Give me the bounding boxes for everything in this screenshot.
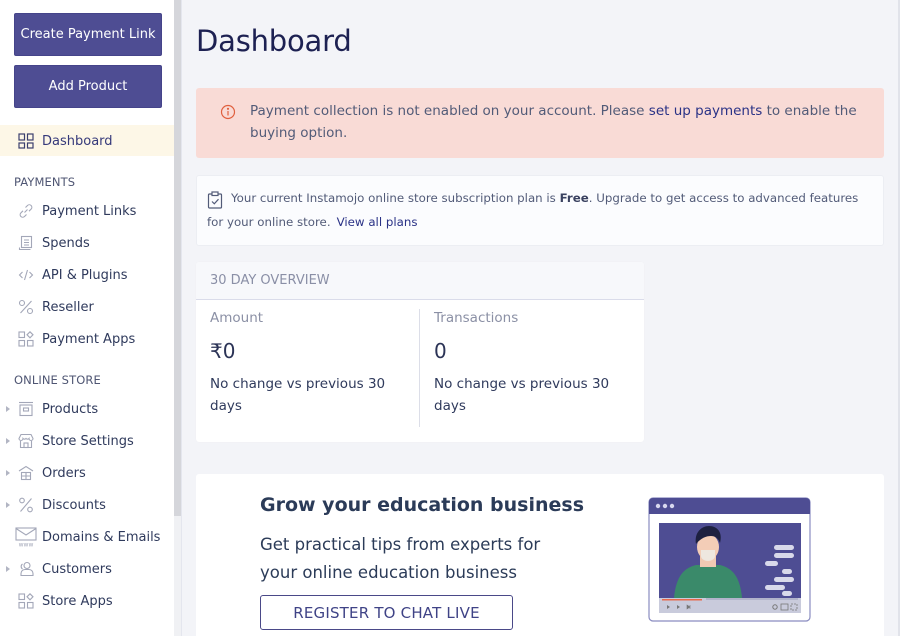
page-title: Dashboard xyxy=(196,24,352,58)
metric-value: 0 xyxy=(434,339,447,363)
percent-icon xyxy=(17,496,35,514)
dashboard-grid-icon xyxy=(17,132,35,150)
sidebar-item-spends[interactable]: Spends xyxy=(0,229,174,257)
register-chat-live-button[interactable]: REGISTER TO CHAT LIVE xyxy=(260,595,513,630)
plan-text-before: Your current Instamojo online store subs… xyxy=(231,191,560,205)
expand-caret-icon[interactable] xyxy=(6,502,10,508)
sidebar-item-dashboard[interactable]: Dashboard xyxy=(0,127,174,155)
metric-label: Transactions xyxy=(434,310,519,326)
sidebar-item-label: Customers xyxy=(42,561,112,577)
create-payment-link-button[interactable]: Create Payment Link xyxy=(14,13,162,56)
add-product-button[interactable]: Add Product xyxy=(14,65,162,108)
sidebar-item-customers[interactable]: Customers xyxy=(0,555,174,583)
sidebar-item-payment-links[interactable]: Payment Links xyxy=(0,197,174,225)
metric-transactions: Transactions 0 No change vs previous 30 … xyxy=(434,310,634,417)
storefront-icon xyxy=(17,432,35,450)
expand-caret-icon[interactable] xyxy=(6,438,10,444)
code-icon xyxy=(17,266,35,284)
sidebar-item-label: Store Settings xyxy=(42,433,134,449)
sidebar-item-label: Store Apps xyxy=(42,593,113,609)
sidebar-item-domains-emails[interactable]: www Domains & Emails xyxy=(0,523,174,551)
sidebar-item-orders[interactable]: Orders xyxy=(0,459,174,487)
box-icon xyxy=(17,400,35,418)
sidebar-item-reseller[interactable]: Reseller xyxy=(0,293,174,321)
sidebar-item-api-plugins[interactable]: API & Plugins xyxy=(0,261,174,289)
sidebar-item-label: Dashboard xyxy=(42,133,113,149)
sidebar-item-label: Reseller xyxy=(42,299,94,315)
expand-caret-icon[interactable] xyxy=(6,406,10,412)
promo-title: Grow your education business xyxy=(260,494,585,516)
percent-icon xyxy=(17,298,35,316)
section-title-payments: PAYMENTS xyxy=(14,175,76,189)
metric-change: No change vs previous 30 days xyxy=(210,376,386,414)
overview-title: 30 DAY OVERVIEW xyxy=(196,262,644,300)
sidebar-item-label: Spends xyxy=(42,235,90,251)
sidebar-item-products[interactable]: Products xyxy=(0,395,174,423)
metric-number: 0 xyxy=(222,339,236,363)
sidebar-item-label: Payment Links xyxy=(42,203,137,219)
subscription-plan-notice: Your current Instamojo online store subs… xyxy=(196,175,884,246)
apps-icon xyxy=(17,592,35,610)
alert-text: Payment collection is not enabled on you… xyxy=(250,100,870,144)
sidebar-scrollbar-thumb[interactable] xyxy=(174,0,181,516)
alert-text-before: Payment collection is not enabled on you… xyxy=(250,103,649,119)
expand-caret-icon[interactable] xyxy=(6,566,10,572)
receipt-icon xyxy=(17,234,35,252)
svg-text:www: www xyxy=(19,542,34,548)
envelope-www-icon: www xyxy=(14,527,38,548)
users-icon xyxy=(17,560,35,578)
main-content: Dashboard Payment collection is not enab… xyxy=(182,0,898,636)
expand-caret-icon[interactable] xyxy=(6,470,10,476)
plan-text: Your current Instamojo online store subs… xyxy=(207,187,872,234)
currency-symbol: ₹ xyxy=(210,339,223,363)
sidebar-scrollbar[interactable] xyxy=(174,0,181,636)
promo-card: Grow your education business Get practic… xyxy=(196,474,884,636)
sidebar-item-discounts[interactable]: Discounts xyxy=(0,491,174,519)
video-call-illustration xyxy=(648,497,812,623)
sidebar-item-label: Payment Apps xyxy=(42,331,136,347)
link-icon xyxy=(17,202,35,220)
sidebar: Create Payment Link Add Product Dashboar… xyxy=(0,0,174,636)
sidebar-item-store-settings[interactable]: Store Settings xyxy=(0,427,174,455)
metric-amount: Amount ₹0 No change vs previous 30 days xyxy=(210,310,410,417)
overview-card: 30 DAY OVERVIEW Amount ₹0 No change vs p… xyxy=(196,262,644,442)
sidebar-item-label: Products xyxy=(42,401,99,417)
sidebar-item-label: Discounts xyxy=(42,497,106,513)
metric-value: ₹0 xyxy=(210,339,410,363)
set-up-payments-link[interactable]: set up payments xyxy=(649,103,763,119)
info-circle-icon xyxy=(220,104,236,120)
sidebar-item-label: Domains & Emails xyxy=(42,529,161,545)
payment-alert: Payment collection is not enabled on you… xyxy=(196,88,884,158)
sidebar-item-store-apps[interactable]: Store Apps xyxy=(0,587,174,615)
view-all-plans-link[interactable]: View all plans xyxy=(337,215,418,229)
metric-divider xyxy=(419,309,420,427)
apps-icon xyxy=(17,330,35,348)
promo-subtitle: Get practical tips from experts for your… xyxy=(260,535,541,582)
package-icon xyxy=(17,464,35,482)
sidebar-item-label: Orders xyxy=(42,465,86,481)
section-title-online-store: ONLINE STORE xyxy=(14,373,101,387)
plan-name: Free xyxy=(559,191,589,205)
sidebar-item-payment-apps[interactable]: Payment Apps xyxy=(0,325,174,353)
sidebar-item-label: API & Plugins xyxy=(42,267,128,283)
metric-change: No change vs previous 30 days xyxy=(434,376,610,414)
metric-label: Amount xyxy=(210,310,264,326)
